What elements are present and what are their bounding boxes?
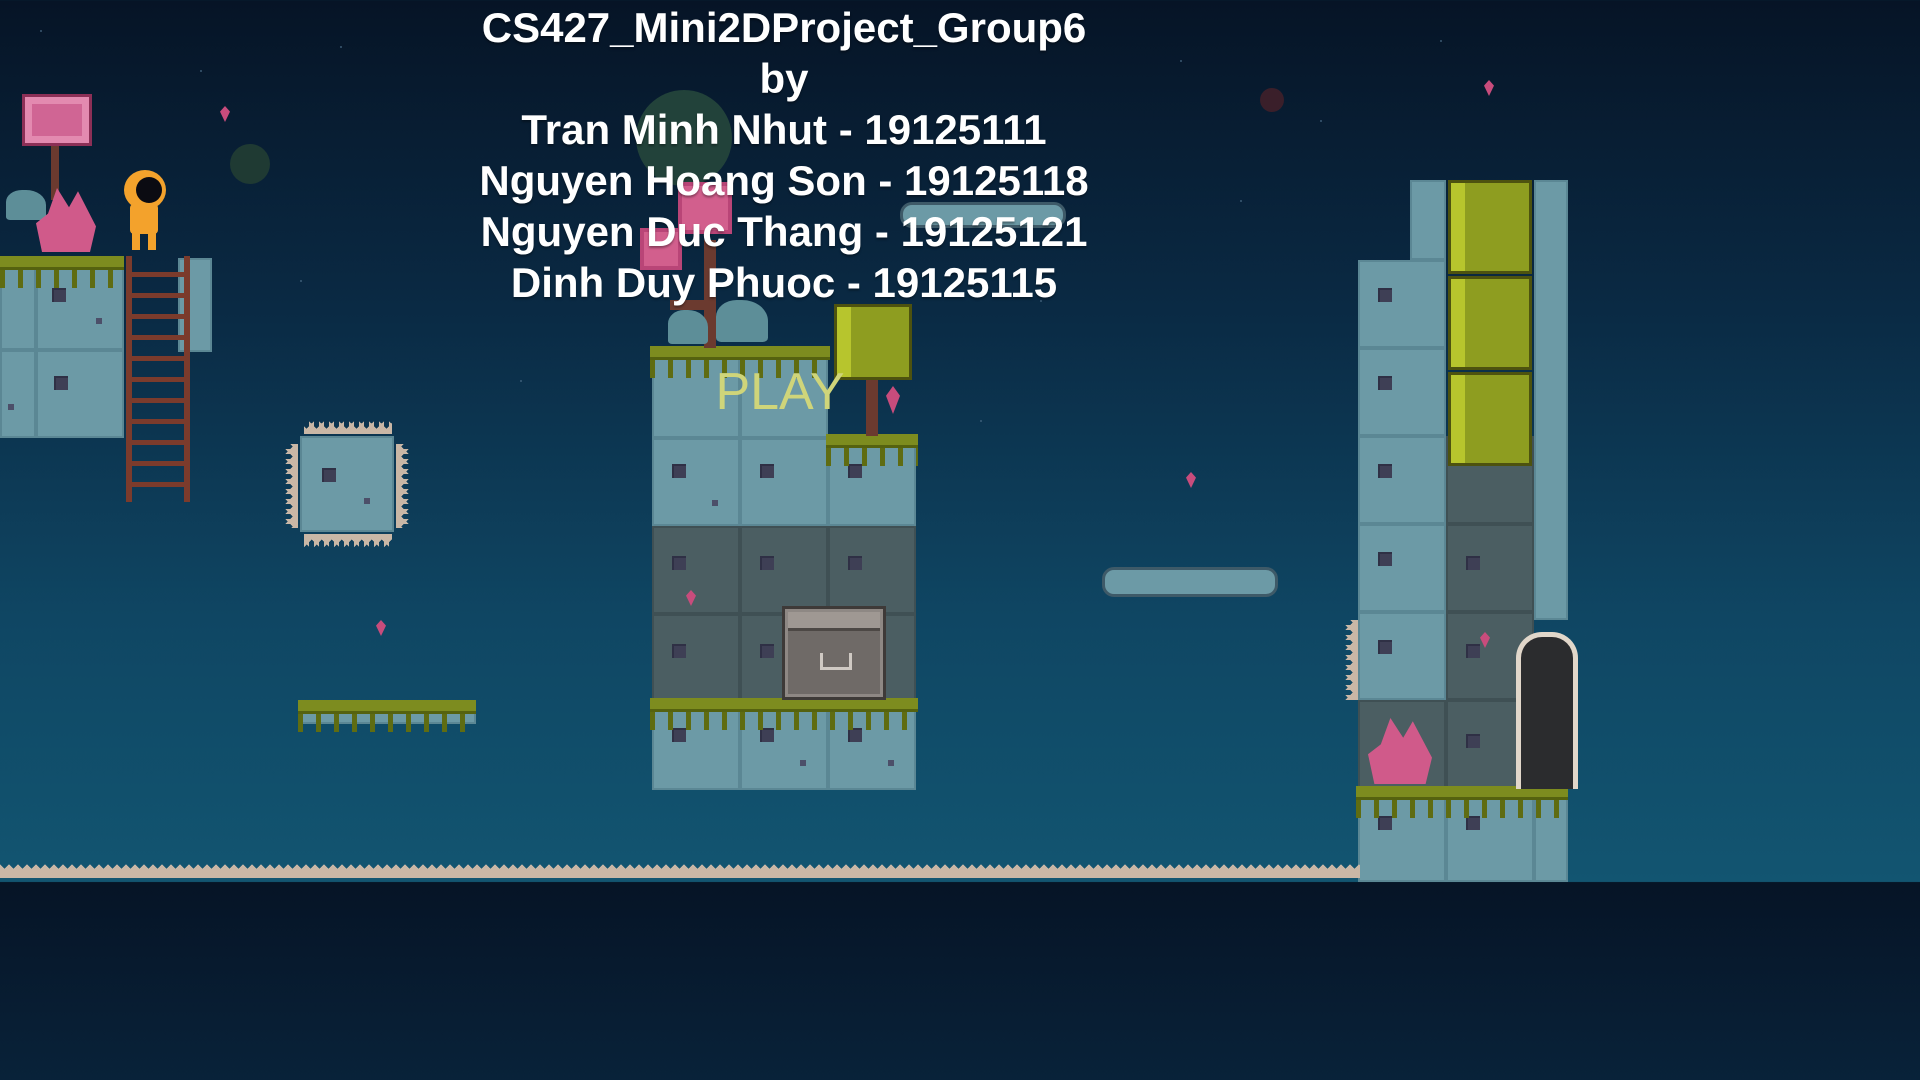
spike-icon [304,418,392,434]
credit-member-1: Tran Minh Nhut - 19125111 [521,106,1047,153]
floor-spikes [0,860,1360,882]
yellow-block [1448,372,1532,466]
floating-platform [1102,567,1278,597]
play-button[interactable]: PLAY [700,362,860,422]
gem-icon[interactable] [1186,472,1196,488]
credit-member-3: Nguyen Duc Thang - 19125121 [480,208,1088,255]
game-title: CS427_Mini2DProject_Group6 [481,4,1087,51]
spike-icon [304,534,392,550]
credits-by: by [759,55,809,102]
title-credits: CS427_Mini2DProject_Group6 by Tran Minh … [0,2,1568,308]
credit-member-2: Nguyen Hoang Son - 19125118 [479,157,1089,204]
crate-icon[interactable] [782,606,886,700]
credit-member-4: Dinh Duy Phuoc - 19125115 [510,259,1058,306]
spike-icon [1342,620,1358,700]
gem-icon[interactable] [886,386,900,414]
door-icon[interactable] [1516,632,1578,789]
spike-icon [396,444,412,528]
spike-icon [282,444,298,528]
gem-icon[interactable] [376,620,386,636]
